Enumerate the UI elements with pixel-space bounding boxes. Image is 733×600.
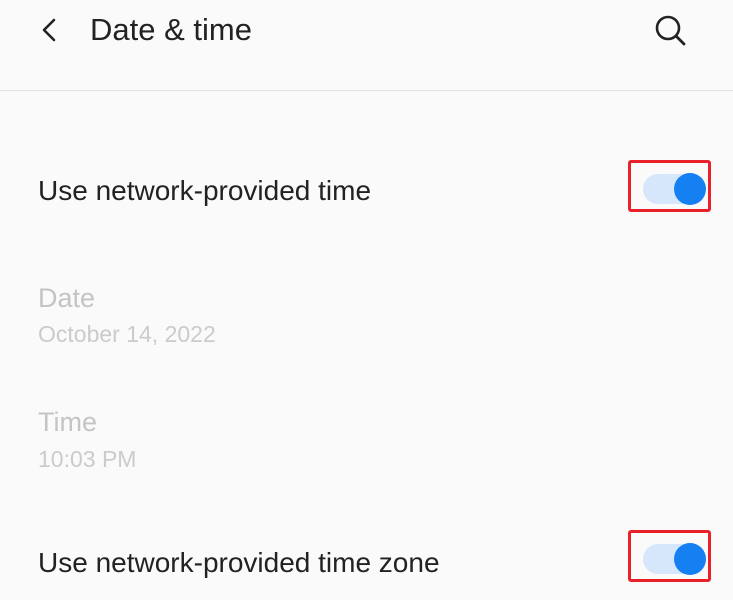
date-value: October 14, 2022 — [38, 321, 216, 347]
network-time-row[interactable]: Use network-provided time — [0, 150, 733, 234]
network-time-toggle[interactable] — [643, 173, 706, 205]
search-button[interactable] — [650, 10, 690, 50]
network-time-zone-row[interactable]: Use network-provided time zone — [0, 520, 733, 600]
page-title: Date & time — [90, 12, 252, 47]
chevron-left-icon — [42, 18, 56, 42]
date-row: Date October 14, 2022 — [0, 276, 733, 356]
time-title: Time — [38, 407, 97, 437]
network-time-zone-label: Use network-provided time zone — [38, 547, 440, 578]
network-time-zone-highlight — [628, 530, 711, 582]
time-row: Time 10:03 PM — [0, 400, 733, 480]
back-button[interactable] — [30, 10, 70, 50]
app-bar: Date & time — [0, 0, 733, 91]
toggle-thumb — [674, 543, 706, 575]
network-time-label: Use network-provided time — [38, 175, 372, 206]
time-value: 10:03 PM — [38, 446, 137, 472]
date-title: Date — [38, 283, 96, 313]
network-time-zone-toggle[interactable] — [643, 543, 706, 575]
network-time-highlight — [628, 160, 711, 212]
toggle-thumb — [674, 173, 706, 205]
search-icon — [655, 15, 686, 46]
